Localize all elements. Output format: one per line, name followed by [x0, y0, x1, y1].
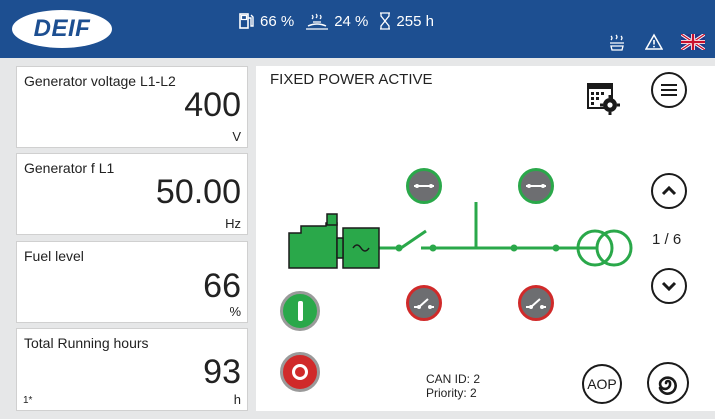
aop-button[interactable]: AOP	[582, 364, 622, 404]
priority: Priority: 2	[426, 386, 477, 400]
mode-button[interactable]	[647, 362, 689, 404]
breaker-bottom-left[interactable]	[406, 285, 442, 321]
service-status: 24 %	[304, 12, 368, 30]
stop-icon	[292, 364, 308, 380]
uk-flag-icon[interactable]	[681, 34, 705, 50]
start-icon	[297, 301, 303, 321]
running-hours-value: 93	[203, 353, 241, 391]
header-icons	[607, 32, 705, 52]
breaker-closed-icon	[414, 184, 434, 188]
service-icon	[306, 13, 329, 30]
page-indicator: 1 / 6	[652, 231, 682, 248]
fuel-icon	[239, 13, 254, 29]
running-hours-unit: h	[233, 392, 241, 407]
single-line-diagram: FIXED POWER ACTIVE CAN ID: 2 Priority: 2…	[256, 66, 642, 411]
running-hours-label: Total Running hours	[24, 335, 149, 351]
breaker-closed-icon	[526, 184, 546, 188]
start-button[interactable]	[280, 291, 320, 331]
hourglass-icon	[380, 12, 391, 30]
fuel-status: 66 %	[238, 12, 294, 30]
scroll-up-button[interactable]	[651, 173, 687, 209]
voltage-label: Generator voltage L1-L2	[24, 73, 176, 89]
frequency-panel[interactable]: Generator f L1 50.00 Hz	[16, 153, 248, 235]
chevron-up-icon	[661, 186, 677, 196]
hours-status: 255 h	[378, 12, 434, 30]
breaker-top-left[interactable]	[406, 168, 442, 204]
heater-icon[interactable]	[607, 32, 627, 52]
voltage-value: 400	[184, 86, 241, 124]
can-id: CAN ID: 2	[426, 372, 481, 386]
deif-logo: DEIF	[12, 10, 112, 48]
menu-button[interactable]	[651, 72, 687, 108]
aop-label: AOP	[587, 376, 617, 392]
fuel-label: Fuel level	[24, 248, 84, 264]
service-percent: 24 %	[334, 12, 369, 30]
hours-value: 255 h	[396, 12, 434, 30]
menu-icon	[661, 84, 677, 96]
voltage-panel[interactable]: Generator voltage L1-L2 400 V	[16, 66, 248, 148]
frequency-label: Generator f L1	[24, 160, 115, 176]
breaker-open-icon	[414, 298, 434, 309]
frequency-unit: Hz	[225, 216, 241, 231]
running-hours-footnote: 1*	[23, 395, 33, 406]
fuel-unit: %	[229, 304, 241, 319]
breaker-top-right[interactable]	[518, 168, 554, 204]
fuel-percent: 66 %	[260, 12, 295, 30]
frequency-value: 50.00	[155, 173, 241, 211]
breaker-bottom-right[interactable]	[518, 285, 554, 321]
fuel-value: 66	[203, 267, 241, 305]
logo-text: DEIF	[33, 15, 91, 42]
scroll-down-button[interactable]	[651, 268, 687, 304]
running-hours-panel[interactable]: Total Running hours 93 h 1*	[16, 328, 248, 411]
header-bar: DEIF 66 % 24 % 255 h	[0, 0, 715, 58]
fuel-panel[interactable]: Fuel level 66 %	[16, 241, 248, 323]
status-bar: 66 % 24 % 255 h	[238, 12, 434, 30]
voltage-unit: V	[232, 129, 241, 144]
chevron-down-icon	[661, 281, 677, 291]
warning-icon[interactable]	[645, 33, 663, 51]
stop-button[interactable]	[280, 352, 320, 392]
can-info: CAN ID: 2 Priority: 2	[426, 372, 480, 400]
breaker-open-icon	[526, 298, 546, 309]
spiral-icon	[658, 376, 677, 395]
